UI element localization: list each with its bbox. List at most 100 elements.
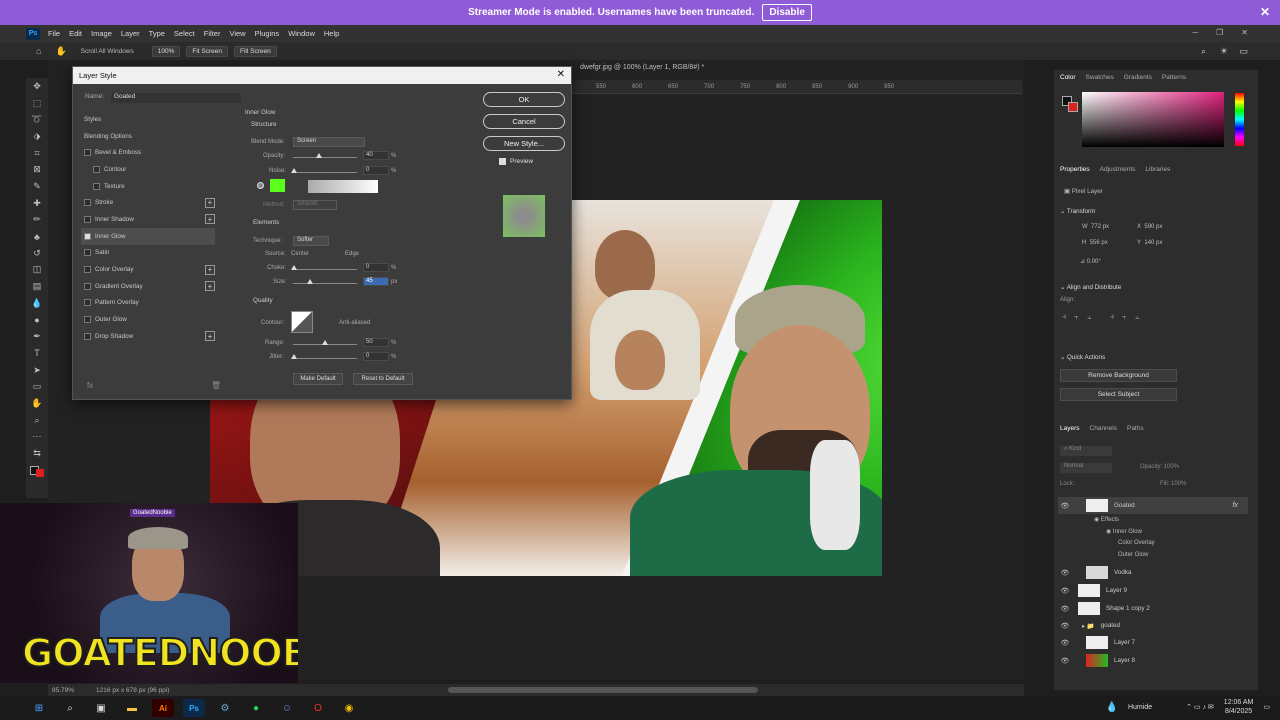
tab-libraries[interactable]: Libraries [1145,166,1170,173]
menu-plugins[interactable]: Plugins [255,29,280,38]
menu-window[interactable]: Window [288,29,315,38]
checkbox[interactable] [93,165,100,173]
style-item-bevel-emboss[interactable]: Bevel & Emboss [81,144,215,161]
tab-swatches[interactable]: Swatches [1086,74,1114,81]
menu-image[interactable]: Image [91,29,112,38]
tab-properties[interactable]: Properties [1060,166,1090,173]
style-item-inner-shadow[interactable]: Inner Shadow + [81,211,215,228]
checkbox[interactable] [84,332,91,340]
notification-icon[interactable]: ▭ [1263,703,1270,711]
move-tool-icon[interactable]: ✥ [26,78,48,95]
opacity-input[interactable]: 40 [363,151,389,160]
style-item-stroke[interactable]: Stroke + [81,194,215,211]
tab-adjustments[interactable]: Adjustments [1100,166,1136,173]
fx-icon[interactable]: fx [87,381,93,390]
menu-type[interactable]: Type [149,29,165,38]
fill-screen-button[interactable]: Fill Screen [234,45,277,57]
rectangle-tool-icon[interactable]: ▭ [26,378,48,395]
tab-gradients[interactable]: Gradients [1124,74,1152,81]
layer-filter-select[interactable]: ⌕ Kind [1060,446,1112,456]
style-item-pattern-overlay[interactable]: Pattern Overlay [81,295,215,312]
select-subject-button[interactable]: Select Subject [1060,388,1177,401]
zoom-level[interactable]: 85.79% [52,687,74,694]
style-item-texture[interactable]: Texture [81,178,215,195]
fit-screen-button[interactable]: Fit Screen [186,45,229,57]
layer-row-shape-1-copy-2[interactable]: 👁 Shape 1 copy 2 [1058,600,1248,617]
eye-icon[interactable]: 👁 [1058,502,1072,510]
opacity-slider[interactable] [293,157,357,158]
x-field[interactable]: X 590 px [1137,224,1162,230]
range-slider-thumb[interactable] [322,340,328,345]
choke-input[interactable]: 0 [363,263,389,272]
dodge-tool-icon[interactable]: ● [26,312,48,329]
eye-icon[interactable]: 👁 [1058,569,1072,577]
style-item-drop-shadow[interactable]: Drop Shadow + [81,328,215,345]
menu-view[interactable]: View [229,29,245,38]
effect-inner-glow[interactable]: ◉ Inner Glow [1106,528,1142,535]
checkbox[interactable] [84,249,91,257]
cancel-button[interactable]: Cancel [483,114,565,129]
technique-select[interactable]: Softer [293,236,329,246]
gradient-swatch[interactable] [308,180,378,193]
size-slider-thumb[interactable] [307,279,313,284]
tab-paths[interactable]: Paths [1127,425,1144,432]
size-slider[interactable] [293,283,357,284]
steam-icon[interactable]: ⚙ [214,699,236,717]
pen-tool-icon[interactable]: ✒ [26,328,48,345]
center-radio[interactable]: Center [291,251,309,257]
style-item-styles[interactable]: Styles [81,111,215,128]
layer-row-goated-group[interactable]: 👁 ▸ 📁 goated [1058,617,1248,634]
checkbox[interactable] [84,282,91,290]
stamp-tool-icon[interactable]: ♣ [26,228,48,245]
photoshop-taskbar-icon[interactable]: Ps [183,699,205,717]
add-icon[interactable]: + [205,197,215,208]
align-buttons-row[interactable]: ⫞⫟⫠ ⫞⫟⫠ [1062,312,1148,322]
glow-color-swatch[interactable] [270,179,285,192]
start-icon[interactable]: ⊞ [28,699,50,717]
style-item-color-overlay[interactable]: Color Overlay + [81,261,215,278]
checkbox[interactable] [84,149,91,157]
checkbox[interactable] [84,316,91,324]
new-style-button[interactable]: New Style... [483,136,565,151]
blend-mode-layers-select[interactable]: Normal [1060,463,1112,473]
path-select-tool-icon[interactable]: ➤ [26,362,48,379]
layer-row-goated[interactable]: 👁 Goated fx [1058,497,1248,514]
noise-slider-thumb[interactable] [291,168,297,173]
style-item-contour[interactable]: Contour [81,161,215,178]
object-select-tool-icon[interactable]: ⬗ [26,128,48,145]
hand-tool-icon[interactable]: ✋ [55,46,66,57]
height-field[interactable]: H 556 px [1082,240,1108,246]
width-field[interactable]: W 772 px [1082,224,1109,230]
checkbox[interactable] [84,199,91,207]
minimize-icon[interactable]: ─ [1192,28,1198,37]
style-item-satin[interactable]: Satin [81,245,215,262]
layer-opacity[interactable]: Opacity: 100% [1140,464,1179,470]
jitter-slider[interactable] [293,358,357,359]
style-item-gradient-overlay[interactable]: Gradient Overlay + [81,278,215,295]
background-color-swatch[interactable] [1068,102,1078,112]
brush-tool-icon[interactable]: ✏ [26,212,48,229]
tab-layers[interactable]: Layers [1060,425,1080,432]
discord-icon[interactable]: ☺ [276,699,298,717]
opacity-slider-thumb[interactable] [316,153,322,158]
noise-input[interactable]: 0 [363,166,389,175]
effect-outer-glow[interactable]: Outer Glow [1118,552,1148,558]
color-radio[interactable] [257,182,264,189]
checkbox-checked[interactable] [84,232,91,240]
menu-layer[interactable]: Layer [121,29,140,38]
eye-icon[interactable]: 👁 [1058,639,1072,647]
noise-slider[interactable] [293,172,357,173]
layer-row-vodka[interactable]: 👁 Vodka [1058,564,1248,581]
menu-file[interactable]: File [48,29,60,38]
hand-tool-icon[interactable]: ✋ [26,395,48,412]
color-field[interactable] [1082,92,1224,147]
fx-icon[interactable]: fx [1233,502,1238,509]
choke-slider[interactable] [293,269,357,270]
eye-icon[interactable]: 👁 [1058,657,1072,665]
tray-icons[interactable]: ⌃ ▭ ♪ ✉ [1186,703,1214,711]
file-explorer-icon[interactable]: ▬ [121,699,143,717]
weather-text[interactable]: Humide [1128,704,1152,711]
blur-tool-icon[interactable]: 💧 [26,295,48,312]
add-icon[interactable]: + [205,264,215,275]
history-brush-icon[interactable]: ↺ [26,245,48,262]
